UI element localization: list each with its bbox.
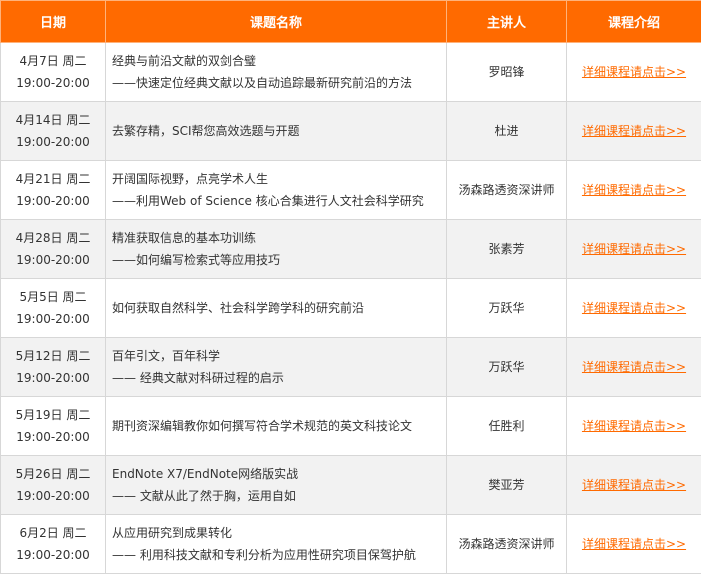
title-cell: 百年引文，百年科学 —— 经典文献对科研过程的启示 <box>106 338 447 397</box>
link-cell: 详细课程请点击>> <box>567 397 701 456</box>
course-subtitle: ——利用Web of Science 核心合集进行人文社会科学研究 <box>112 190 446 212</box>
speaker-cell: 罗昭锋 <box>447 43 567 102</box>
table-row: 5月12日 周二 19:00-20:00 百年引文，百年科学 —— 经典文献对科… <box>1 338 701 397</box>
course-title: 期刊资深编辑教你如何撰写符合学术规范的英文科技论文 <box>112 415 446 437</box>
date-cell: 6月2日 周二 19:00-20:00 <box>1 515 106 574</box>
course-title: 如何获取自然科学、社会科学跨学科的研究前沿 <box>112 297 446 319</box>
title-cell: EndNote X7/EndNote网络版实战 —— 文献从此了然于胸，运用自如 <box>106 456 447 515</box>
date-text: 5月12日 周二 <box>1 345 105 367</box>
course-subtitle: —— 经典文献对科研过程的启示 <box>112 367 446 389</box>
time-text: 19:00-20:00 <box>1 131 105 153</box>
link-cell: 详细课程请点击>> <box>567 456 701 515</box>
course-detail-link[interactable]: 详细课程请点击>> <box>582 124 686 138</box>
link-cell: 详细课程请点击>> <box>567 515 701 574</box>
date-text: 5月19日 周二 <box>1 404 105 426</box>
course-title: 百年引文，百年科学 <box>112 345 446 367</box>
table-header: 日期 课题名称 主讲人 课程介绍 <box>1 1 701 43</box>
table-row: 5月19日 周二 19:00-20:00 期刊资深编辑教你如何撰写符合学术规范的… <box>1 397 701 456</box>
course-subtitle: ——快速定位经典文献以及自动追踪最新研究前沿的方法 <box>112 72 446 94</box>
course-detail-link[interactable]: 详细课程请点击>> <box>582 360 686 374</box>
link-cell: 详细课程请点击>> <box>567 102 701 161</box>
date-text: 4月21日 周二 <box>1 168 105 190</box>
link-cell: 详细课程请点击>> <box>567 43 701 102</box>
course-title: 精准获取信息的基本功训练 <box>112 227 446 249</box>
table-row: 4月28日 周二 19:00-20:00 精准获取信息的基本功训练 ——如何编写… <box>1 220 701 279</box>
speaker-cell: 万跃华 <box>447 279 567 338</box>
speaker-cell: 张素芳 <box>447 220 567 279</box>
course-detail-link[interactable]: 详细课程请点击>> <box>582 537 686 551</box>
course-subtitle: —— 文献从此了然于胸，运用自如 <box>112 485 446 507</box>
speaker-cell: 任胜利 <box>447 397 567 456</box>
title-cell: 经典与前沿文献的双剑合璧 ——快速定位经典文献以及自动追踪最新研究前沿的方法 <box>106 43 447 102</box>
date-cell: 4月7日 周二 19:00-20:00 <box>1 43 106 102</box>
header-title: 课题名称 <box>106 1 447 43</box>
table-row: 5月5日 周二 19:00-20:00 如何获取自然科学、社会科学跨学科的研究前… <box>1 279 701 338</box>
course-detail-link[interactable]: 详细课程请点击>> <box>582 419 686 433</box>
header-intro: 课程介绍 <box>567 1 701 43</box>
course-detail-link[interactable]: 详细课程请点击>> <box>582 183 686 197</box>
link-cell: 详细课程请点击>> <box>567 161 701 220</box>
course-detail-link[interactable]: 详细课程请点击>> <box>582 478 686 492</box>
date-cell: 4月14日 周二 19:00-20:00 <box>1 102 106 161</box>
course-subtitle: ——如何编写检索式等应用技巧 <box>112 249 446 271</box>
course-detail-link[interactable]: 详细课程请点击>> <box>582 65 686 79</box>
time-text: 19:00-20:00 <box>1 485 105 507</box>
date-cell: 5月12日 周二 19:00-20:00 <box>1 338 106 397</box>
title-cell: 开阔国际视野，点亮学术人生 ——利用Web of Science 核心合集进行人… <box>106 161 447 220</box>
date-cell: 5月19日 周二 19:00-20:00 <box>1 397 106 456</box>
course-title: 经典与前沿文献的双剑合璧 <box>112 50 446 72</box>
speaker-cell: 樊亚芳 <box>447 456 567 515</box>
time-text: 19:00-20:00 <box>1 367 105 389</box>
date-text: 6月2日 周二 <box>1 522 105 544</box>
course-subtitle: —— 利用科技文献和专利分析为应用性研究项目保驾护航 <box>112 544 446 566</box>
time-text: 19:00-20:00 <box>1 308 105 330</box>
time-text: 19:00-20:00 <box>1 426 105 448</box>
title-cell: 去繁存精，SCI帮您高效选题与开题 <box>106 102 447 161</box>
date-text: 5月26日 周二 <box>1 463 105 485</box>
speaker-cell: 万跃华 <box>447 338 567 397</box>
date-cell: 4月28日 周二 19:00-20:00 <box>1 220 106 279</box>
course-detail-link[interactable]: 详细课程请点击>> <box>582 301 686 315</box>
date-text: 4月7日 周二 <box>1 50 105 72</box>
time-text: 19:00-20:00 <box>1 249 105 271</box>
title-cell: 期刊资深编辑教你如何撰写符合学术规范的英文科技论文 <box>106 397 447 456</box>
course-title: 去繁存精，SCI帮您高效选题与开题 <box>112 120 446 142</box>
time-text: 19:00-20:00 <box>1 72 105 94</box>
date-cell: 4月21日 周二 19:00-20:00 <box>1 161 106 220</box>
title-cell: 如何获取自然科学、社会科学跨学科的研究前沿 <box>106 279 447 338</box>
title-cell: 精准获取信息的基本功训练 ——如何编写检索式等应用技巧 <box>106 220 447 279</box>
table-row: 6月2日 周二 19:00-20:00 从应用研究到成果转化 —— 利用科技文献… <box>1 515 701 574</box>
speaker-cell: 汤森路透资深讲师 <box>447 161 567 220</box>
course-title: 从应用研究到成果转化 <box>112 522 446 544</box>
header-date: 日期 <box>1 1 106 43</box>
table-row: 4月21日 周二 19:00-20:00 开阔国际视野，点亮学术人生 ——利用W… <box>1 161 701 220</box>
table-row: 5月26日 周二 19:00-20:00 EndNote X7/EndNote网… <box>1 456 701 515</box>
course-title: EndNote X7/EndNote网络版实战 <box>112 463 446 485</box>
header-row: 日期 课题名称 主讲人 课程介绍 <box>1 1 701 43</box>
link-cell: 详细课程请点击>> <box>567 338 701 397</box>
table-row: 4月7日 周二 19:00-20:00 经典与前沿文献的双剑合璧 ——快速定位经… <box>1 43 701 102</box>
link-cell: 详细课程请点击>> <box>567 220 701 279</box>
link-cell: 详细课程请点击>> <box>567 279 701 338</box>
date-cell: 5月26日 周二 19:00-20:00 <box>1 456 106 515</box>
date-cell: 5月5日 周二 19:00-20:00 <box>1 279 106 338</box>
date-text: 4月28日 周二 <box>1 227 105 249</box>
time-text: 19:00-20:00 <box>1 544 105 566</box>
speaker-cell: 汤森路透资深讲师 <box>447 515 567 574</box>
course-schedule-table: 日期 课题名称 主讲人 课程介绍 4月7日 周二 19:00-20:00 经典与… <box>0 0 701 574</box>
speaker-cell: 杜进 <box>447 102 567 161</box>
header-speaker: 主讲人 <box>447 1 567 43</box>
table-body: 4月7日 周二 19:00-20:00 经典与前沿文献的双剑合璧 ——快速定位经… <box>1 43 701 574</box>
date-text: 5月5日 周二 <box>1 286 105 308</box>
course-detail-link[interactable]: 详细课程请点击>> <box>582 242 686 256</box>
date-text: 4月14日 周二 <box>1 109 105 131</box>
table-row: 4月14日 周二 19:00-20:00 去繁存精，SCI帮您高效选题与开题 杜… <box>1 102 701 161</box>
course-title: 开阔国际视野，点亮学术人生 <box>112 168 446 190</box>
time-text: 19:00-20:00 <box>1 190 105 212</box>
title-cell: 从应用研究到成果转化 —— 利用科技文献和专利分析为应用性研究项目保驾护航 <box>106 515 447 574</box>
